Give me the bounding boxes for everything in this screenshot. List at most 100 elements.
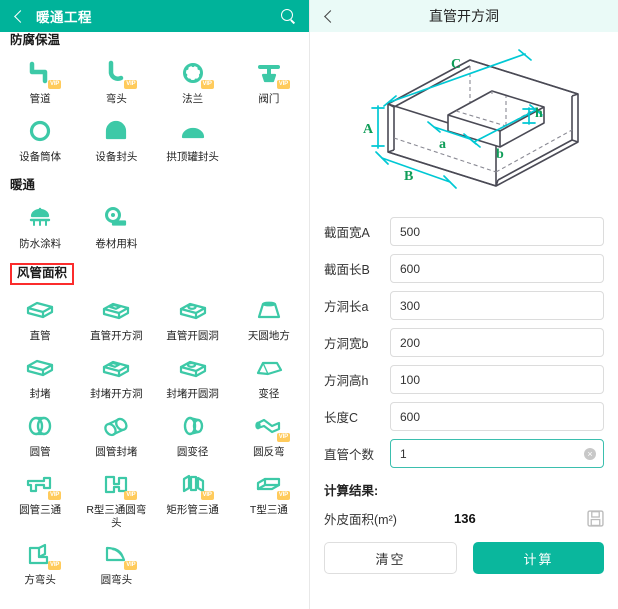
input-wrapper [390,402,604,431]
section-grid-0: VIP 管道 VIP 弯头 VIP 法兰 VIP 阀门设备筒体 设备封头 拱顶罐封头 [0,51,309,167]
input-截面宽A[interactable] [390,217,604,246]
catalog-item[interactable]: 直管 [2,288,78,346]
back-chevron-icon[interactable] [12,9,26,23]
catalog-item-label: 变径 [258,388,280,401]
catalog-item-label: 封堵开方洞 [90,388,143,401]
vip-badge: VIP [48,491,62,501]
catalog-item[interactable]: 封堵 [2,346,78,404]
input-方洞宽b[interactable] [390,328,604,357]
catalog-item[interactable]: 圆管 [2,404,78,462]
input-长度C[interactable] [390,402,604,431]
catalog-item[interactable]: 设备筒体 [2,109,78,167]
form-row: 方洞宽b [324,328,604,357]
input-方洞长a[interactable] [390,291,604,320]
right-page-title: 直管开方洞 [429,8,499,24]
round-duct-cap-icon [98,411,134,441]
straight-duct-square-hole-icon [98,295,134,325]
form-label: 方洞宽b [324,337,369,351]
catalog-item[interactable]: VIP 圆反弯 [231,404,307,462]
catalog-item[interactable]: 卷材用料 [78,196,154,254]
catalog-item-label: 设备封头 [95,151,138,163]
catalog-item-label: 直管开方洞 [90,330,143,343]
form-row: 长度C [324,402,604,431]
catalog-item[interactable]: 防水涂料 [2,196,78,254]
save-floppy-icon[interactable] [587,510,604,527]
vip-badge: VIP [48,560,62,570]
action-button-row: 清空 计算 [324,542,604,574]
pipe-icon: VIP [22,58,62,89]
straight-duct-round-hole-icon [175,295,211,325]
clear-input-icon[interactable]: × [584,447,596,460]
catalog-item[interactable]: 变径 [231,346,307,404]
input-截面长B[interactable] [390,254,604,283]
catalog-item[interactable]: 拱顶罐封头 [155,109,231,167]
catalog-item[interactable]: 天圆地方 [231,288,307,346]
diagram-label-B: B [404,169,413,184]
vip-badge: VIP [276,80,290,89]
form-row: 截面长B [324,254,604,283]
catalog-item-label: 圆反弯 [253,446,285,459]
calculator-form: 截面宽A 截面长B 方洞长a 方洞宽b 方洞高h 长度C 直管个数 × [310,217,618,468]
right-header-bar: 直管开方洞 [310,0,618,32]
catalog-item[interactable]: 圆管封堵 [78,404,154,462]
catalog-item[interactable]: VIP 圆管三通 [2,462,78,532]
input-方洞高h[interactable] [390,365,604,394]
r-type-tee-elbow-icon: VIP [98,469,138,501]
catalog-item[interactable]: VIP 管道 [2,51,78,109]
round-reverse-bend-icon: VIP [251,411,290,443]
section-grid-1: 防水涂料 卷材用料 [0,196,309,254]
catalog-item-label: 弯头 [105,93,127,105]
result-row: 外皮面积(m²) 136 [324,509,604,528]
section-title-2: 风管面积 [10,263,75,286]
result-title: 计算结果: [324,484,379,498]
catalog-item[interactable]: VIP 圆弯头 [78,532,154,590]
flange-icon: VIP [175,58,214,89]
catalog-item[interactable]: VIP R型三通圆弯头 [78,462,154,532]
valve-icon: VIP [251,58,290,89]
catalog-item-label: 圆管封堵 [95,446,138,459]
rect-duct-tee-icon: VIP [175,469,214,501]
catalog-scroll-area[interactable]: 防腐保温 VIP 管道 VIP 弯头 VIP 法兰 VIP 阀门 设备筒体 设备封头 拱顶罐封头 暖通防… [0,0,309,609]
catalog-item[interactable]: VIP 方弯头 [2,532,78,590]
catalog-item[interactable]: VIP 弯头 [78,51,154,109]
catalog-item-label: 直管开圆洞 [166,330,219,343]
calculate-button[interactable]: 计算 [473,542,604,574]
waterproof-coating-icon [22,203,58,233]
catalog-item[interactable]: 圆变径 [155,404,231,462]
form-label: 方洞高h [324,374,369,388]
catalog-item[interactable]: VIP 矩形管三通 [155,462,231,532]
round-to-square-icon [251,295,287,325]
vip-badge: VIP [124,80,138,89]
search-icon[interactable] [280,8,297,25]
catalog-item[interactable]: 设备封头 [78,109,154,167]
clear-button[interactable]: 清空 [324,542,457,574]
back-chevron-icon[interactable] [322,9,336,23]
catalog-item-label: 拱顶罐封头 [166,151,219,163]
vip-badge: VIP [124,560,138,570]
catalog-item-label: 圆管 [29,446,51,459]
form-row: 方洞长a [324,291,604,320]
cap-square-hole-icon [98,353,134,383]
duct-square-hole-isometric-diagram: C A B h a b [363,49,579,189]
reducer-icon [251,353,287,383]
catalog-item-label: 封堵开圆洞 [166,388,219,401]
catalog-item-label: 圆管三通 [19,504,62,517]
right-panel-calculator: 直管开方洞 C A B h a b 截面宽A 500 截面长B 600 方洞长a… [309,0,618,609]
input-wrapper [390,328,604,357]
vip-badge: VIP [48,80,62,89]
input-wrapper [390,217,604,246]
diagram-label-a: a [439,137,446,152]
catalog-item[interactable]: 封堵开圆洞 [155,346,231,404]
catalog-item[interactable]: 直管开圆洞 [155,288,231,346]
form-row: 方洞高h [324,365,604,394]
input-wrapper [390,254,604,283]
catalog-item[interactable]: 封堵开方洞 [78,346,154,404]
catalog-item[interactable]: 直管开方洞 [78,288,154,346]
catalog-item[interactable]: VIP 法兰 [155,51,231,109]
vip-badge: VIP [200,80,214,89]
input-直管个数[interactable] [390,439,604,468]
catalog-item[interactable]: VIP 阀门 [231,51,307,109]
catalog-item[interactable]: VIP T型三通 [231,462,307,532]
catalog-item-label: 管道 [29,93,51,105]
catalog-item-label: 法兰 [182,93,204,105]
